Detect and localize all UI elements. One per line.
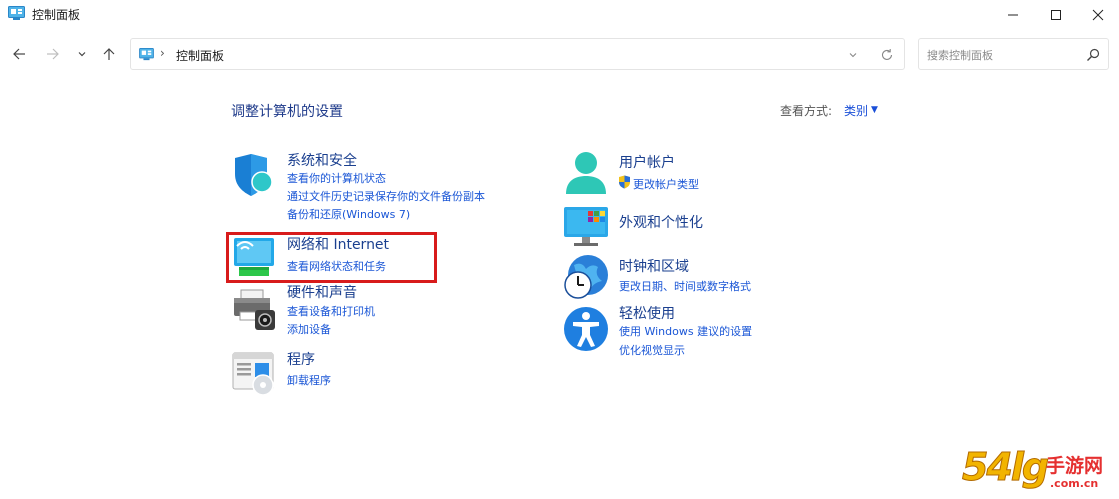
link-view-computer-status[interactable]: 查看你的计算机状态 (287, 170, 386, 186)
breadcrumb-control-panel[interactable]: 控制面板 (176, 47, 224, 64)
watermark-text: 54lg (961, 445, 1049, 490)
link-recommended-settings[interactable]: 使用 Windows 建议的设置 (619, 323, 752, 339)
refresh-button[interactable] (879, 47, 895, 63)
search-input[interactable] (927, 45, 1077, 65)
refresh-icon (881, 49, 893, 60)
maximize-icon (1051, 10, 1061, 20)
minimize-icon (1008, 14, 1018, 16)
link-add-device[interactable]: 添加设备 (287, 321, 331, 337)
category-title-clock-region[interactable]: 时钟和区域 (619, 256, 689, 276)
arrow-up-icon (103, 48, 115, 60)
arrow-left-icon (13, 48, 25, 60)
view-by-dropdown[interactable]: 类别 (844, 102, 868, 119)
control-panel-icon (8, 6, 25, 20)
appearance-icon[interactable] (562, 205, 610, 247)
control-panel-icon (139, 48, 154, 61)
category-title-hardware-sound[interactable]: 硬件和声音 (287, 282, 357, 302)
recent-locations-button[interactable] (70, 40, 94, 68)
window-title: 控制面板 (32, 8, 81, 22)
address-bar[interactable]: › 控制面板 (130, 38, 905, 70)
link-optimize-visual-display[interactable]: 优化视觉显示 (619, 342, 685, 358)
category-title-programs[interactable]: 程序 (287, 349, 315, 369)
close-icon (1092, 9, 1104, 21)
category-title-user-accounts[interactable]: 用户帐户 (619, 152, 675, 172)
shield-icon[interactable] (231, 152, 277, 198)
page-title: 调整计算机的设置 (231, 104, 343, 120)
arrow-right-icon (47, 48, 59, 60)
watermark-domain: .com.cn (1050, 477, 1099, 490)
category-title-system-security[interactable]: 系统和安全 (287, 150, 357, 170)
link-file-history-backup[interactable]: 通过文件历史记录保存你的文件备份副本 (287, 188, 485, 204)
user-accounts-icon[interactable] (562, 150, 610, 198)
forward-button[interactable] (41, 40, 65, 68)
link-devices-printers[interactable]: 查看设备和打印机 (287, 303, 375, 319)
chevron-down-icon (849, 53, 857, 58)
close-button[interactable] (1075, 0, 1119, 30)
chevron-down-icon (78, 52, 86, 57)
address-history-button[interactable] (845, 47, 861, 63)
watermark-text-2: 手游网 (1046, 455, 1104, 477)
search-icon[interactable] (1085, 47, 1101, 63)
link-uninstall-program[interactable]: 卸载程序 (287, 372, 331, 388)
search-box[interactable] (918, 38, 1109, 70)
programs-icon[interactable] (231, 350, 277, 396)
minimize-button[interactable] (990, 0, 1036, 30)
view-by-label: 查看方式: (780, 104, 833, 118)
watermark-logo: 54lg 手游网 .com.cn (958, 445, 1114, 499)
printer-icon[interactable] (231, 286, 277, 332)
highlight-annotation-box (226, 232, 437, 283)
category-title-ease-of-access[interactable]: 轻松使用 (619, 303, 675, 323)
clock-region-icon[interactable] (562, 253, 610, 301)
category-title-appearance[interactable]: 外观和个性化 (619, 212, 703, 232)
accessibility-icon[interactable] (562, 305, 610, 353)
breadcrumb-separator[interactable]: › (160, 46, 165, 60)
up-button[interactable] (97, 40, 121, 68)
caret-down-icon[interactable]: ▼ (871, 105, 878, 115)
link-change-date-time-format[interactable]: 更改日期、时间或数字格式 (619, 278, 751, 294)
link-backup-restore[interactable]: 备份和还原(Windows 7) (287, 206, 410, 222)
title-bar: 控制面板 (0, 0, 1119, 30)
uac-shield-icon (619, 175, 630, 189)
link-change-account-type[interactable]: 更改帐户类型 (633, 176, 699, 192)
back-button[interactable] (7, 40, 31, 68)
maximize-button[interactable] (1033, 0, 1079, 30)
